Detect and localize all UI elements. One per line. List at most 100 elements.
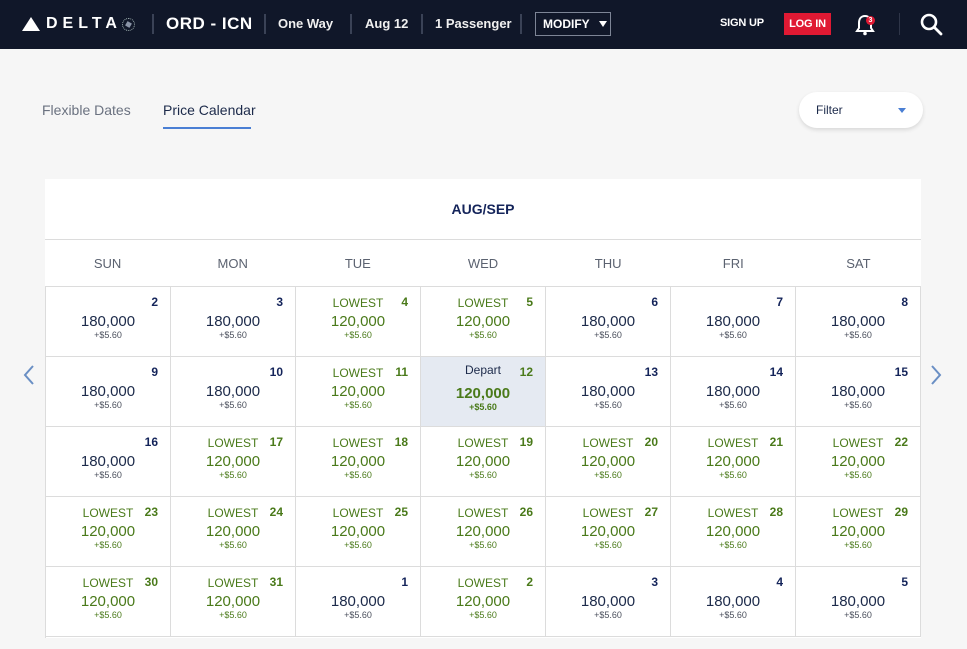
calendar-day[interactable]: LOWEST 30 120,000 +$5.60 [46, 567, 171, 637]
calendar-day[interactable]: 3 180,000 +$5.60 [546, 567, 671, 637]
calendar-day[interactable]: LOWEST 21 120,000 +$5.60 [671, 427, 796, 497]
calendar-day[interactable]: LOWEST 11 120,000 +$5.60 [296, 357, 421, 427]
calendar-day[interactable]: 15 180,000 +$5.60 [796, 357, 921, 427]
day-number: 25 [394, 505, 408, 519]
miles-price: 180,000 [830, 593, 886, 610]
divider [899, 13, 900, 35]
miles-price: 120,000 [455, 385, 511, 402]
caret-down-icon [598, 21, 607, 27]
miles-price: 120,000 [455, 593, 511, 610]
delta-logo[interactable]: DELTA [22, 12, 135, 36]
calendar-day[interactable]: LOWEST 22 120,000 +$5.60 [796, 427, 921, 497]
weekday-header: THU [594, 256, 622, 271]
calendar-day[interactable]: 14 180,000 +$5.60 [671, 357, 796, 427]
calendar-day[interactable]: LOWEST 20 120,000 +$5.60 [546, 427, 671, 497]
miles-price: 180,000 [330, 593, 386, 610]
calendar-day[interactable]: LOWEST 27 120,000 +$5.60 [546, 497, 671, 567]
tax-fee: +$5.60 [219, 330, 247, 340]
calendar-day[interactable]: LOWEST 28 120,000 +$5.60 [671, 497, 796, 567]
tax-fee: +$5.60 [344, 400, 372, 410]
tab-price-calendar[interactable]: Price Calendar [163, 102, 256, 118]
tax-fee: +$5.60 [94, 330, 122, 340]
calendar-day[interactable]: LOWEST 17 120,000 +$5.60 [171, 427, 296, 497]
miles-price: 120,000 [330, 383, 386, 400]
sign-up-link[interactable]: SIGN UP [720, 17, 764, 29]
calendar-day[interactable]: 7 180,000 +$5.60 [671, 287, 796, 357]
day-number: 30 [144, 575, 158, 589]
calendar-day[interactable]: LOWEST 19 120,000 +$5.60 [421, 427, 546, 497]
tax-fee: +$5.60 [219, 470, 247, 480]
calendar-grid: 2 180,000 +$5.60 3 180,000 +$5.60 LOWEST 4 120,0… [45, 287, 921, 638]
calendar-day[interactable]: LOWEST 18 120,000 +$5.60 [296, 427, 421, 497]
calendar-day[interactable]: 5 180,000 +$5.60 [796, 567, 921, 637]
tax-fee: +$5.60 [344, 540, 372, 550]
calendar-day[interactable]: LOWEST 26 120,000 +$5.60 [421, 497, 546, 567]
tax-fee: +$5.60 [719, 540, 747, 550]
miles-price: 120,000 [205, 453, 261, 470]
day-number: 2 [151, 295, 158, 309]
miles-price: 180,000 [80, 383, 136, 400]
day-number: 7 [776, 295, 783, 309]
day-number: 10 [269, 365, 283, 379]
calendar-day[interactable]: LOWEST 29 120,000 +$5.60 [796, 497, 921, 567]
tax-fee: +$5.60 [844, 470, 872, 480]
filter-dropdown[interactable]: Filter [799, 92, 923, 128]
top-nav-bar: DELTA ORD - ICN One Way Aug 12 1 Passeng… [0, 0, 967, 49]
calendar-day[interactable]: 8 180,000 +$5.60 [796, 287, 921, 357]
day-number: 13 [644, 365, 658, 379]
weekday-header: SUN [93, 256, 122, 271]
divider [264, 14, 266, 34]
calendar-day[interactable]: 1 180,000 +$5.60 [296, 567, 421, 637]
tax-fee: +$5.60 [719, 610, 747, 620]
tax-fee: +$5.60 [94, 610, 122, 620]
weekday-header-row: SUN MON TUE WED THU FRI SAT [45, 241, 921, 287]
tax-fee: +$5.60 [219, 540, 247, 550]
miles-price: 180,000 [80, 313, 136, 330]
calendar-day[interactable]: 9 180,000 +$5.60 [46, 357, 171, 427]
miles-price: 180,000 [80, 453, 136, 470]
next-month-arrow[interactable] [929, 364, 943, 386]
divider [520, 14, 522, 34]
tab-flexible-dates[interactable]: Flexible Dates [42, 102, 131, 118]
weekday-header: WED [467, 256, 499, 271]
calendar-day[interactable]: 6 180,000 +$5.60 [546, 287, 671, 357]
tax-fee: +$5.60 [719, 330, 747, 340]
calendar-day[interactable]: LOWEST 31 120,000 +$5.60 [171, 567, 296, 637]
day-number: 22 [894, 435, 908, 449]
calendar-day[interactable]: LOWEST 4 120,000 +$5.60 [296, 287, 421, 357]
calendar-day[interactable]: 4 180,000 +$5.60 [671, 567, 796, 637]
modify-button[interactable]: MODIFY [535, 12, 611, 36]
miles-price: 120,000 [330, 313, 386, 330]
day-number: 14 [769, 365, 783, 379]
calendar-day[interactable]: LOWEST 24 120,000 +$5.60 [171, 497, 296, 567]
day-number: 8 [901, 295, 908, 309]
day-number: 18 [394, 435, 408, 449]
divider [350, 14, 352, 34]
day-number: 27 [644, 505, 658, 519]
miles-price: 120,000 [830, 453, 886, 470]
calendar-day[interactable]: 2 180,000 +$5.60 [46, 287, 171, 357]
calendar-day[interactable]: 16 180,000 +$5.60 [46, 427, 171, 497]
skyteam-icon [121, 17, 135, 31]
miles-price: 180,000 [580, 383, 636, 400]
calendar-day[interactable]: LOWEST 25 120,000 +$5.60 [296, 497, 421, 567]
previous-month-arrow[interactable] [22, 364, 36, 386]
calendar-day-selected[interactable]: Depart 12 120,000 +$5.60 [421, 357, 546, 427]
log-in-button[interactable]: LOG IN [784, 13, 831, 35]
brand-name: DELTA [46, 15, 122, 32]
calendar-day[interactable]: 13 180,000 +$5.60 [546, 357, 671, 427]
price-calendar: AUG/SEP SUN MON TUE WED THU FRI SAT 2 180,000 +$… [45, 179, 921, 638]
calendar-day[interactable]: 3 180,000 +$5.60 [171, 287, 296, 357]
tax-fee: +$5.60 [719, 470, 747, 480]
search-icon[interactable] [919, 12, 943, 36]
miles-price: 120,000 [580, 523, 636, 540]
miles-price: 180,000 [705, 593, 761, 610]
miles-price: 120,000 [705, 523, 761, 540]
calendar-day[interactable]: 10 180,000 +$5.60 [171, 357, 296, 427]
calendar-day[interactable]: LOWEST 23 120,000 +$5.60 [46, 497, 171, 567]
calendar-day[interactable]: LOWEST 5 120,000 +$5.60 [421, 287, 546, 357]
tax-fee: +$5.60 [344, 330, 372, 340]
day-number: 5 [526, 295, 533, 309]
calendar-day[interactable]: LOWEST 2 120,000 +$5.60 [421, 567, 546, 637]
miles-price: 120,000 [80, 523, 136, 540]
